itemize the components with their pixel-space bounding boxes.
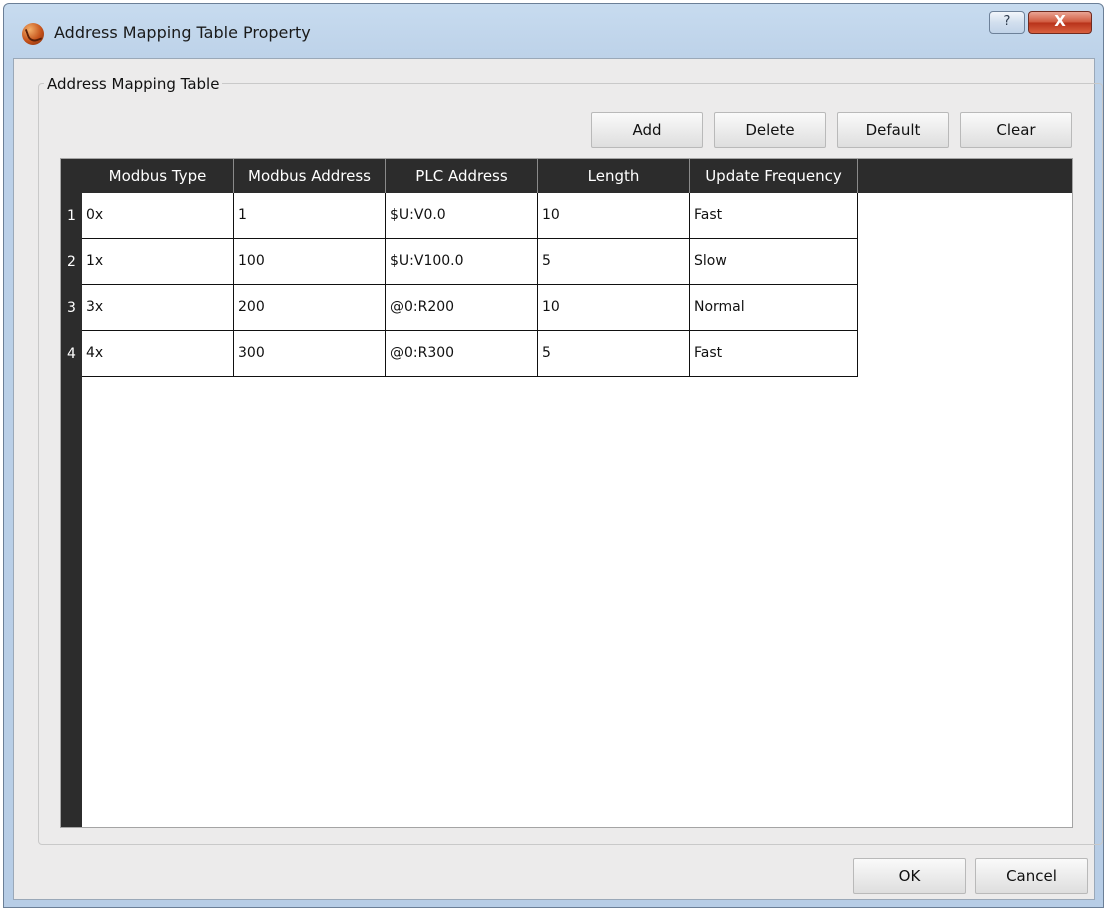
title-bar[interactable]: Address Mapping Table Property ? X xyxy=(4,4,1103,58)
app-logo-icon xyxy=(22,23,44,45)
address-mapping-table[interactable]: Modbus Type Modbus Address PLC Address L… xyxy=(60,158,1073,828)
table-cell-modbus-type[interactable]: 1x xyxy=(82,239,234,285)
row-number[interactable]: 1 xyxy=(61,193,82,239)
table-cell-modbus-address[interactable]: 200 xyxy=(234,285,386,331)
dialog-window: Address Mapping Table Property ? X Addre… xyxy=(3,3,1104,908)
ok-button[interactable]: OK xyxy=(853,858,966,894)
table-cell-plc-address[interactable]: $U:V0.0 xyxy=(386,193,538,239)
table-cell-length[interactable]: 10 xyxy=(538,193,690,239)
clear-button[interactable]: Clear xyxy=(960,112,1072,148)
table-cell-modbus-address[interactable]: 100 xyxy=(234,239,386,285)
delete-button[interactable]: Delete xyxy=(714,112,826,148)
help-icon: ? xyxy=(1003,14,1011,29)
table-cell-plc-address[interactable]: @0:R200 xyxy=(386,285,538,331)
window-title: Address Mapping Table Property xyxy=(54,23,311,42)
table-cell-update-frequency[interactable]: Fast xyxy=(690,193,858,239)
row-number[interactable]: 3 xyxy=(61,285,82,331)
table-cell-length[interactable]: 5 xyxy=(538,239,690,285)
close-icon: X xyxy=(1054,12,1066,30)
table-cell-update-frequency[interactable]: Normal xyxy=(690,285,858,331)
close-button[interactable]: X xyxy=(1028,11,1092,34)
table-cell-modbus-type[interactable]: 4x xyxy=(82,331,234,377)
table-cell-length[interactable]: 10 xyxy=(538,285,690,331)
dialog-client-area: Address Mapping Table Add Delete Default… xyxy=(13,58,1103,900)
cancel-button[interactable]: Cancel xyxy=(975,858,1088,894)
table-cell-plc-address[interactable]: @0:R300 xyxy=(386,331,538,377)
table-cell-plc-address[interactable]: $U:V100.0 xyxy=(386,239,538,285)
column-header-plc-address[interactable]: PLC Address xyxy=(386,159,538,193)
table-cell-modbus-type[interactable]: 0x xyxy=(82,193,234,239)
table-header: Modbus Type Modbus Address PLC Address L… xyxy=(61,159,1072,193)
column-header-modbus-type[interactable]: Modbus Type xyxy=(82,159,234,193)
table-cell-length[interactable]: 5 xyxy=(538,331,690,377)
groupbox-title: Address Mapping Table xyxy=(44,75,223,93)
column-header-length[interactable]: Length xyxy=(538,159,690,193)
column-header-modbus-address[interactable]: Modbus Address xyxy=(234,159,386,193)
default-button[interactable]: Default xyxy=(837,112,949,148)
table-cell-modbus-address[interactable]: 1 xyxy=(234,193,386,239)
row-number[interactable]: 4 xyxy=(61,331,82,377)
table-cell-update-frequency[interactable]: Fast xyxy=(690,331,858,377)
column-header-update-frequency[interactable]: Update Frequency xyxy=(690,159,858,193)
row-number[interactable]: 2 xyxy=(61,239,82,285)
help-button[interactable]: ? xyxy=(989,11,1025,34)
table-cell-update-frequency[interactable]: Slow xyxy=(690,239,858,285)
table-cell-modbus-type[interactable]: 3x xyxy=(82,285,234,331)
add-button[interactable]: Add xyxy=(591,112,703,148)
table-cell-modbus-address[interactable]: 300 xyxy=(234,331,386,377)
